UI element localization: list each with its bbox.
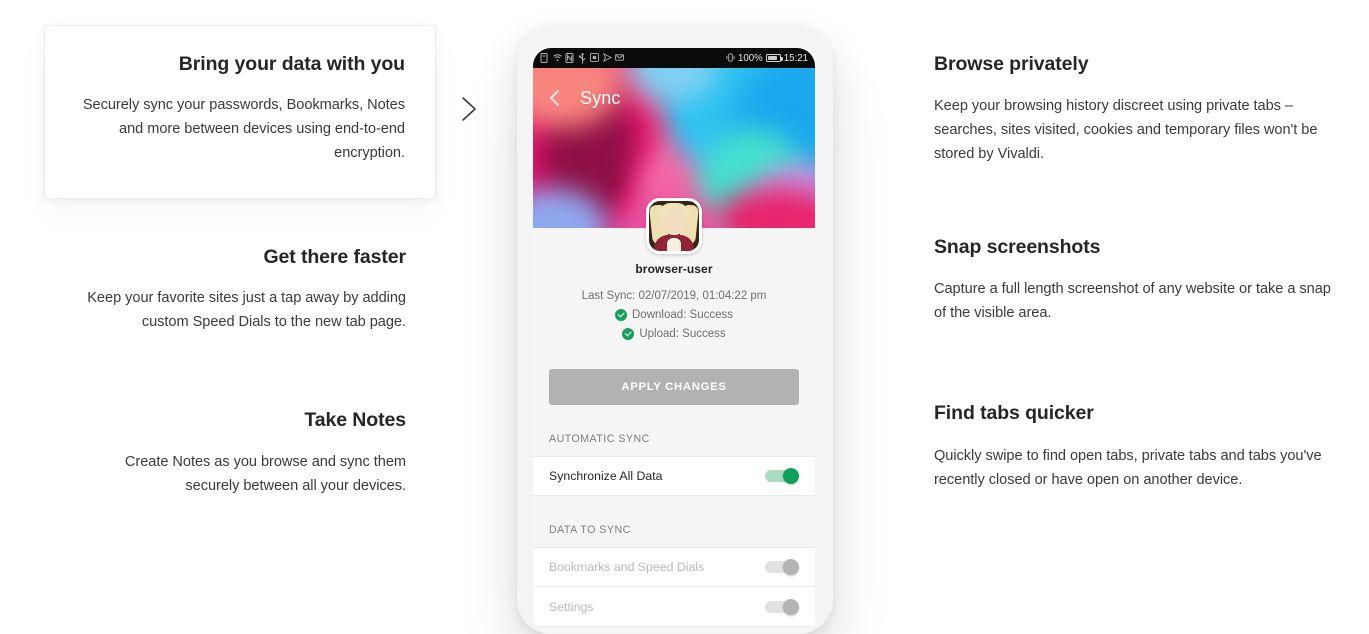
feature-block-take-notes: Take Notes Create Notes as you browse an… [44,408,436,498]
document-icon [540,53,549,63]
usb-icon [578,53,587,64]
setting-label: Settings [549,599,594,614]
chevron-left-icon[interactable] [547,88,563,108]
feature-body: Capture a full length screenshot of any … [934,281,1331,322]
phone-screen: 100% 15:21 Sync browser-user Last Sync: … [533,48,815,634]
feature-block-browse-privately: Browse privately Keep your browsing hist… [934,52,1334,167]
sync-status-download: Download: Success [533,309,815,321]
profile-section: browser-user Last Sync: 02/07/2019, 01:0… [533,198,815,350]
status-bar-left-icons [540,53,624,64]
feature-title: Find tabs quicker [934,402,1094,425]
feature-block-bring-your-data: Bring your data with you Securely sync y… [44,25,436,200]
profile-username: browser-user [635,262,713,276]
sync-header-bar: Sync [533,80,815,116]
feature-title: Snap screenshots [934,236,1101,259]
check-circle-icon [615,309,627,321]
setting-label: Bookmarks and Speed Dials [549,560,705,574]
sync-status-upload: Upload: Success [533,328,815,340]
status-bar-right: 100% 15:21 [726,53,808,64]
feature-body: Quickly swipe to find open tabs, private… [934,447,1322,488]
sync-status-label: Upload: Success [639,328,726,340]
feature-block-snap-screenshots: Snap screenshots Capture a full length s… [934,235,1334,326]
status-bar: 100% 15:21 [533,48,815,68]
feature-title: Take Notes [304,409,406,432]
sync-status-label: Download: Success [632,309,733,321]
feature-body: Securely sync your passwords, Bookmarks,… [82,97,405,162]
feature-body: Create Notes as you browse and sync them… [124,453,406,494]
right-feature-column: Browse privately Keep your browsing hist… [934,52,1334,492]
feature-title: Bring your data with you [178,53,405,75]
setting-label: Synchronize All Data [549,469,663,483]
send-icon [602,53,612,63]
feature-title: Browse privately [934,53,1089,75]
feature-block-get-there-faster: Get there faster Keep your favorite site… [44,245,436,335]
chevron-right-icon[interactable] [455,93,483,125]
nfc-icon [565,53,574,63]
avatar-portrait [649,201,699,251]
toggle-synchronize-all-data[interactable] [765,468,799,484]
check-circle-icon [622,328,635,340]
toggle-bookmarks-and-speed-dials[interactable] [765,559,799,575]
setting-row-bookmarks-and-speed-dials[interactable]: Bookmarks and Speed Dials [533,547,815,587]
left-feature-column: Bring your data with you Securely sync y… [44,25,436,498]
mail-icon [615,53,624,63]
feature-block-find-tabs-quicker: Find tabs quicker Quickly swipe to find … [934,401,1334,492]
phone-mockup: 100% 15:21 Sync browser-user Last Sync: … [517,26,833,634]
status-clock: 15:21 [783,52,808,64]
setting-row-synchronize-all-data[interactable]: Synchronize All Data [533,456,815,496]
apply-changes-button[interactable]: APPLY CHANGES [549,369,799,405]
feature-body: Keep your favorite sites just a tap away… [87,290,406,331]
page-root: Bring your data with you Securely sync y… [0,0,1369,634]
battery-icon [765,54,783,62]
battery-percent-label: 100% [737,52,763,64]
vibrate-icon [726,53,735,63]
section-heading-automatic-sync: AUTOMATIC SYNC [533,405,815,456]
section-heading-data-to-sync: DATA TO SYNC [533,496,815,547]
avatar[interactable] [646,198,702,254]
toggle-settings[interactable] [765,598,799,615]
wifi-icon [552,53,562,63]
feature-title: Get there faster [263,246,406,269]
feature-body: Keep your browsing history discreet usin… [934,98,1318,163]
screenshot-icon [590,53,599,63]
last-sync-label: Last Sync: 02/07/2019, 01:04:22 pm [581,290,767,302]
apply-button-container: APPLY CHANGES [533,350,815,405]
page-title: Sync [580,87,621,108]
setting-row-settings[interactable]: Settings [533,587,815,627]
